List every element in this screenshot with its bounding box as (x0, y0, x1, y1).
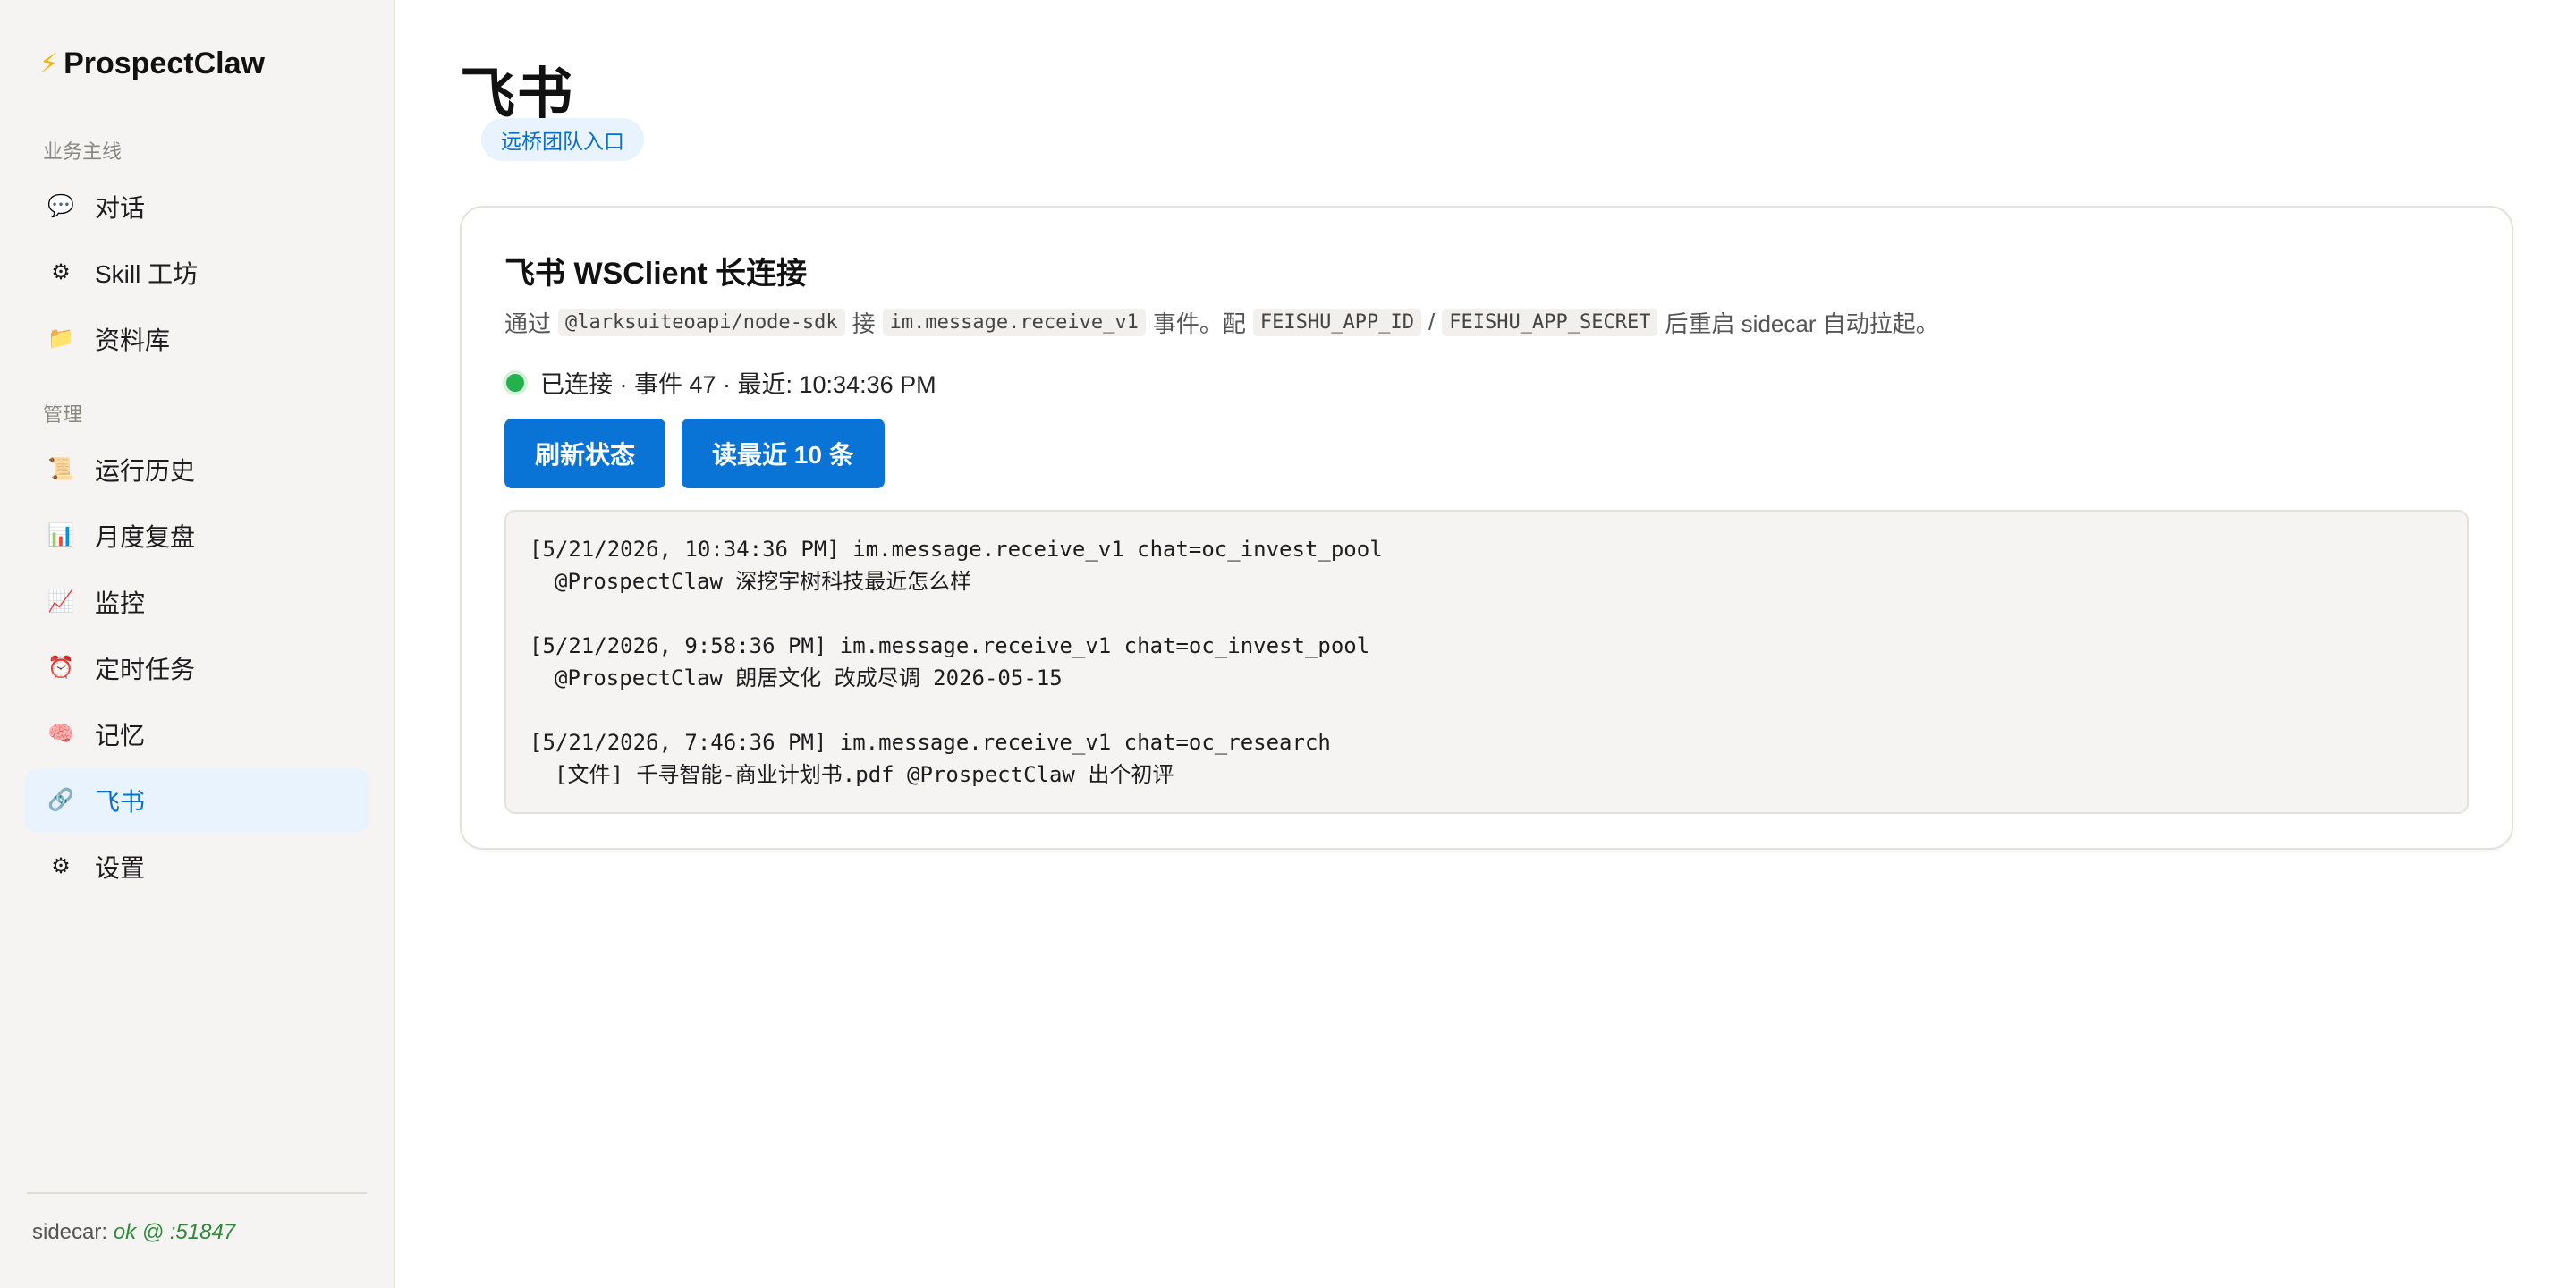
sidebar-item-memory[interactable]: 🧠 记忆 (25, 703, 369, 766)
sidebar-item-monitor[interactable]: 📈 监控 (25, 571, 369, 633)
status-text: 已连接 · 事件 47 · 最近: 10:34:36 PM (540, 371, 936, 398)
desc-text: 通过 (504, 310, 552, 337)
page-title: 飞书 (460, 64, 575, 125)
card-title: 飞书 WSClient 长连接 (504, 257, 808, 291)
sidebar-item-label: 资料库 (95, 326, 171, 354)
sidebar-item-feishu[interactable]: 🔗 飞书 (25, 769, 369, 832)
speech-bubble-icon: 💬 (47, 194, 74, 218)
sidebar-item-monthly-review[interactable]: 📊 月度复盘 (25, 504, 369, 567)
main-content: 飞书 远桥团队入口 飞书 WSClient 长连接 通过 @larksuiteo… (395, 0, 2576, 1288)
connection-status: 已连接 · 事件 47 · 最近: 10:34:36 PM (504, 365, 936, 400)
sidebar-divider (27, 1192, 367, 1194)
log-entry-header: [5/21/2026, 10:34:36 PM] im.message.rece… (530, 537, 1383, 562)
gear-icon: ⚙ (51, 854, 71, 878)
log-entry: [5/21/2026, 10:34:36 PM] im.message.rece… (530, 533, 2444, 597)
sidebar-item-chat[interactable]: 💬 对话 (25, 175, 369, 238)
link-icon: 🔗 (47, 788, 74, 812)
code-app-id: FEISHU_APP_ID (1252, 309, 1422, 336)
folder-icon: 📁 (47, 326, 74, 351)
log-entry-body: @ProspectClaw 深挖宇树科技最近怎么样 (555, 569, 972, 594)
sidebar-item-scheduled-tasks[interactable]: ⏰ 定时任务 (25, 637, 369, 699)
event-log: [5/21/2026, 10:34:36 PM] im.message.rece… (504, 510, 2469, 814)
sidebar-item-label: 定时任务 (95, 656, 196, 683)
sidebar-item-label: 设置 (95, 854, 146, 882)
log-entry-body: [文件] 千寻智能-商业计划书.pdf @ProspectClaw 出个初评 (555, 762, 1174, 787)
sidebar: ⚡ ProspectClaw 业务主线 💬 对话 ⚙ Skill 工坊 📁 资料… (0, 0, 395, 1288)
bar-chart-icon: 📊 (47, 523, 74, 547)
desc-text: 接 (852, 310, 876, 337)
log-entry: [5/21/2026, 7:46:36 PM] im.message.recei… (530, 726, 2444, 791)
sidecar-status: sidecar: ok @ :51847 (32, 1220, 235, 1245)
brain-icon: 🧠 (47, 722, 74, 746)
log-entry: [5/21/2026, 9:58:36 PM] im.message.recei… (530, 630, 2444, 694)
desc-text: 后重启 sidecar 自动拉起。 (1665, 310, 1939, 337)
log-entry-header: [5/21/2026, 9:58:36 PM] im.message.recei… (530, 633, 1370, 658)
brand[interactable]: ⚡ ProspectClaw (39, 47, 265, 81)
sidebar-item-label: 记忆 (95, 722, 146, 750)
gear-icon: ⚙ (51, 260, 71, 284)
sidebar-item-skill-workshop[interactable]: ⚙ Skill 工坊 (25, 242, 369, 304)
scroll-icon: 📜 (47, 457, 74, 481)
section-label-admin: 管理 (43, 403, 83, 426)
sidebar-item-label: 监控 (95, 589, 146, 617)
sidebar-item-library[interactable]: 📁 资料库 (25, 308, 369, 370)
brand-name: ProspectClaw (64, 47, 265, 80)
sidecar-label: sidecar: (32, 1220, 108, 1244)
wsclient-card: 飞书 WSClient 长连接 通过 @larksuiteoapi/node-s… (460, 206, 2513, 850)
desc-text: / (1428, 309, 1436, 335)
sidecar-value: ok @ :51847 (113, 1220, 236, 1244)
card-description: 通过 @larksuiteoapi/node-sdk 接 im.message.… (504, 306, 1939, 339)
log-entry-header: [5/21/2026, 7:46:36 PM] im.message.recei… (530, 730, 1331, 755)
app-window: ⚡ ProspectClaw 业务主线 💬 对话 ⚙ Skill 工坊 📁 资料… (0, 0, 2576, 1288)
sidebar-item-label: 月度复盘 (95, 523, 196, 551)
sidebar-item-label: Skill 工坊 (95, 260, 199, 288)
bolt-icon: ⚡ (39, 49, 59, 79)
status-dot-icon (506, 373, 524, 392)
section-label-business: 业务主线 (43, 140, 123, 163)
alarm-clock-icon: ⏰ (47, 656, 74, 680)
code-sdk: @larksuiteoapi/node-sdk (558, 309, 845, 336)
code-app-secret: FEISHU_APP_SECRET (1442, 309, 1658, 336)
desc-text: 事件。配 (1152, 310, 1246, 337)
sidebar-item-label: 飞书 (95, 788, 146, 816)
refresh-status-button[interactable]: 刷新状态 (504, 419, 666, 488)
sidebar-item-settings[interactable]: ⚙ 设置 (25, 835, 369, 898)
team-badge: 远桥团队入口 (481, 118, 644, 161)
line-chart-icon: 📈 (47, 589, 74, 614)
sidebar-item-run-history[interactable]: 📜 运行历史 (25, 438, 369, 501)
log-entry-body: @ProspectClaw 朗居文化 改成尽调 2026-05-15 (555, 665, 1063, 691)
read-recent-button[interactable]: 读最近 10 条 (682, 419, 885, 488)
sidebar-item-label: 对话 (95, 194, 146, 222)
code-event: im.message.receive_v1 (882, 309, 1146, 336)
sidebar-item-label: 运行历史 (95, 457, 196, 485)
